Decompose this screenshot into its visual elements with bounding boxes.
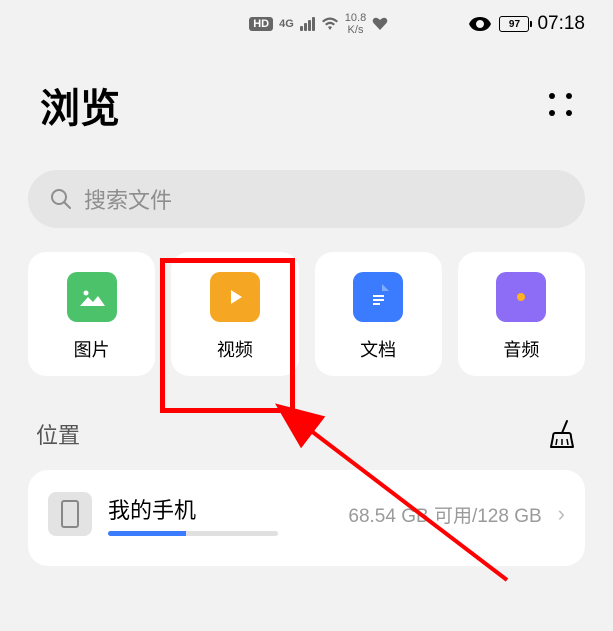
storage-info: 我的手机 — [108, 493, 332, 536]
heart-icon — [372, 17, 388, 31]
network-speed: 10.8 K/s — [345, 12, 366, 36]
category-audio[interactable]: 音频 — [458, 252, 585, 376]
location-header: 位置 — [36, 418, 577, 450]
signal-icon — [300, 17, 315, 31]
chevron-right-icon: › — [558, 501, 565, 527]
search-input[interactable]: 搜索文件 — [28, 170, 585, 228]
audio-icon — [496, 272, 546, 322]
category-label: 视频 — [217, 336, 253, 362]
more-menu-button[interactable] — [549, 93, 573, 117]
status-bar: HD 4G 10.8 K/s 97 07:18 — [0, 0, 613, 48]
storage-name: 我的手机 — [108, 493, 332, 525]
status-left: HD 4G 10.8 K/s — [168, 12, 469, 36]
search-placeholder: 搜索文件 — [84, 183, 172, 215]
hd-badge: HD — [249, 17, 273, 31]
category-label: 文档 — [360, 336, 396, 362]
video-icon — [210, 272, 260, 322]
category-images[interactable]: 图片 — [28, 252, 155, 376]
location-title: 位置 — [36, 418, 80, 450]
page-header: 浏览 — [0, 48, 613, 154]
storage-progress — [108, 531, 278, 536]
broom-icon[interactable] — [549, 419, 577, 449]
storage-my-phone[interactable]: 我的手机 68.54 GB 可用/128 GB › — [28, 470, 585, 566]
storage-text: 68.54 GB 可用/128 GB — [348, 501, 541, 528]
search-icon — [50, 188, 72, 210]
category-label: 图片 — [74, 336, 110, 362]
page-title: 浏览 — [40, 76, 120, 134]
category-documents[interactable]: 文档 — [315, 252, 442, 376]
eye-icon — [469, 17, 491, 31]
clock-time: 07:18 — [537, 13, 585, 35]
status-right: 97 07:18 — [469, 13, 585, 35]
wifi-icon — [321, 17, 339, 31]
document-icon — [353, 272, 403, 322]
battery-icon: 97 — [499, 16, 529, 32]
location-section: 位置 — [0, 376, 613, 450]
phone-icon — [48, 492, 92, 536]
category-row: 图片 视频 文档 音频 — [0, 228, 613, 376]
category-label: 音频 — [503, 336, 539, 362]
image-icon — [67, 272, 117, 322]
category-videos[interactable]: 视频 — [171, 252, 298, 376]
network-type: 4G — [279, 18, 294, 30]
